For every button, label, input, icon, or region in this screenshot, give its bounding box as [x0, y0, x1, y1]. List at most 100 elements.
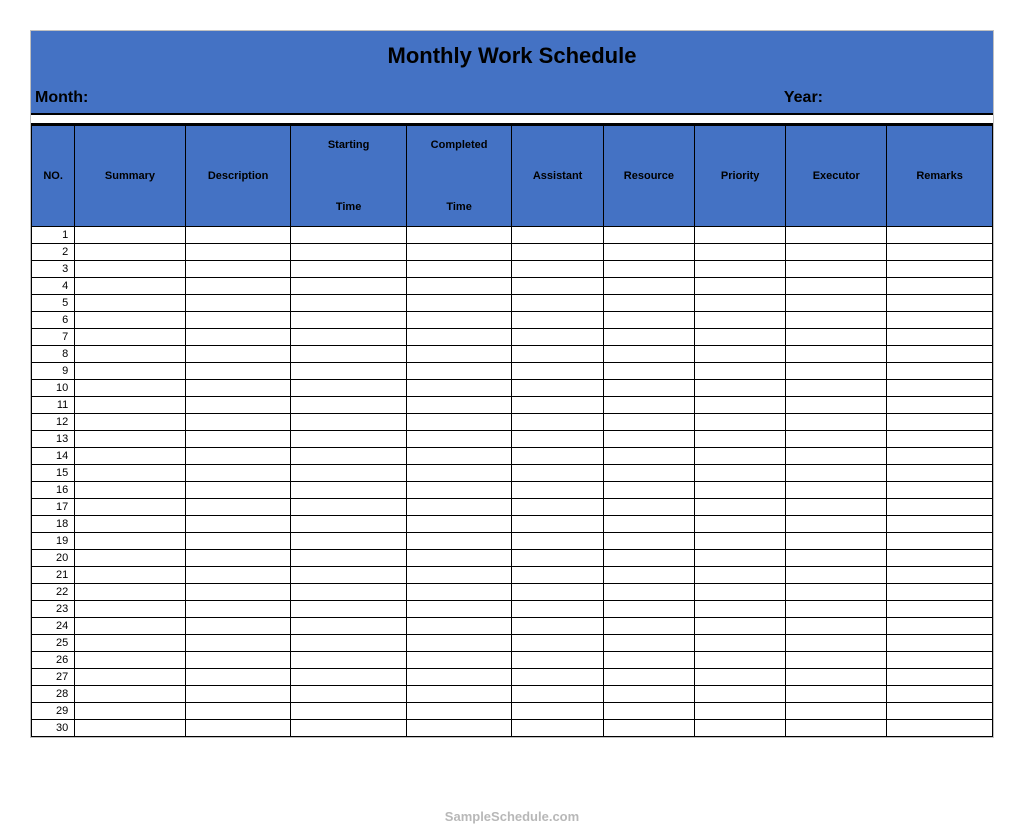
cell-no[interactable]: 9	[32, 363, 75, 380]
cell-description[interactable]	[185, 329, 291, 346]
cell-no[interactable]: 26	[32, 652, 75, 669]
cell-priority[interactable]	[695, 720, 786, 737]
cell-executor[interactable]	[786, 669, 887, 686]
cell-priority[interactable]	[695, 533, 786, 550]
cell-executor[interactable]	[786, 652, 887, 669]
cell-completed_time[interactable]	[406, 482, 512, 499]
cell-starting_time[interactable]	[291, 448, 406, 465]
cell-executor[interactable]	[786, 482, 887, 499]
cell-remarks[interactable]	[887, 278, 993, 295]
cell-summary[interactable]	[75, 414, 186, 431]
cell-starting_time[interactable]	[291, 567, 406, 584]
cell-starting_time[interactable]	[291, 312, 406, 329]
cell-assistant[interactable]	[512, 720, 603, 737]
cell-remarks[interactable]	[887, 431, 993, 448]
cell-executor[interactable]	[786, 567, 887, 584]
cell-resource[interactable]	[603, 601, 694, 618]
cell-summary[interactable]	[75, 601, 186, 618]
cell-priority[interactable]	[695, 499, 786, 516]
cell-no[interactable]: 1	[32, 227, 75, 244]
cell-starting_time[interactable]	[291, 584, 406, 601]
cell-remarks[interactable]	[887, 244, 993, 261]
cell-executor[interactable]	[786, 618, 887, 635]
cell-summary[interactable]	[75, 312, 186, 329]
cell-summary[interactable]	[75, 244, 186, 261]
cell-remarks[interactable]	[887, 601, 993, 618]
cell-completed_time[interactable]	[406, 720, 512, 737]
cell-remarks[interactable]	[887, 346, 993, 363]
cell-remarks[interactable]	[887, 618, 993, 635]
cell-completed_time[interactable]	[406, 278, 512, 295]
cell-no[interactable]: 15	[32, 465, 75, 482]
cell-executor[interactable]	[786, 584, 887, 601]
cell-summary[interactable]	[75, 567, 186, 584]
cell-no[interactable]: 29	[32, 703, 75, 720]
cell-completed_time[interactable]	[406, 686, 512, 703]
cell-executor[interactable]	[786, 465, 887, 482]
cell-description[interactable]	[185, 703, 291, 720]
cell-description[interactable]	[185, 686, 291, 703]
cell-starting_time[interactable]	[291, 720, 406, 737]
cell-assistant[interactable]	[512, 533, 603, 550]
cell-priority[interactable]	[695, 550, 786, 567]
cell-starting_time[interactable]	[291, 397, 406, 414]
cell-priority[interactable]	[695, 703, 786, 720]
cell-priority[interactable]	[695, 278, 786, 295]
cell-starting_time[interactable]	[291, 669, 406, 686]
cell-summary[interactable]	[75, 499, 186, 516]
cell-resource[interactable]	[603, 465, 694, 482]
cell-remarks[interactable]	[887, 499, 993, 516]
cell-remarks[interactable]	[887, 227, 993, 244]
cell-assistant[interactable]	[512, 635, 603, 652]
cell-priority[interactable]	[695, 584, 786, 601]
cell-description[interactable]	[185, 567, 291, 584]
cell-assistant[interactable]	[512, 312, 603, 329]
cell-description[interactable]	[185, 465, 291, 482]
cell-assistant[interactable]	[512, 686, 603, 703]
cell-summary[interactable]	[75, 703, 186, 720]
cell-summary[interactable]	[75, 261, 186, 278]
cell-assistant[interactable]	[512, 397, 603, 414]
cell-starting_time[interactable]	[291, 635, 406, 652]
cell-executor[interactable]	[786, 329, 887, 346]
cell-remarks[interactable]	[887, 482, 993, 499]
cell-priority[interactable]	[695, 601, 786, 618]
cell-description[interactable]	[185, 431, 291, 448]
cell-completed_time[interactable]	[406, 652, 512, 669]
cell-priority[interactable]	[695, 414, 786, 431]
cell-no[interactable]: 25	[32, 635, 75, 652]
cell-completed_time[interactable]	[406, 448, 512, 465]
cell-remarks[interactable]	[887, 720, 993, 737]
cell-assistant[interactable]	[512, 346, 603, 363]
cell-resource[interactable]	[603, 516, 694, 533]
cell-starting_time[interactable]	[291, 618, 406, 635]
cell-description[interactable]	[185, 669, 291, 686]
cell-completed_time[interactable]	[406, 584, 512, 601]
cell-resource[interactable]	[603, 278, 694, 295]
cell-executor[interactable]	[786, 414, 887, 431]
cell-executor[interactable]	[786, 703, 887, 720]
cell-description[interactable]	[185, 397, 291, 414]
cell-priority[interactable]	[695, 516, 786, 533]
cell-description[interactable]	[185, 516, 291, 533]
cell-executor[interactable]	[786, 244, 887, 261]
cell-description[interactable]	[185, 635, 291, 652]
cell-summary[interactable]	[75, 227, 186, 244]
cell-assistant[interactable]	[512, 584, 603, 601]
cell-executor[interactable]	[786, 278, 887, 295]
cell-starting_time[interactable]	[291, 244, 406, 261]
cell-summary[interactable]	[75, 720, 186, 737]
cell-resource[interactable]	[603, 720, 694, 737]
cell-completed_time[interactable]	[406, 295, 512, 312]
cell-summary[interactable]	[75, 465, 186, 482]
cell-starting_time[interactable]	[291, 414, 406, 431]
cell-assistant[interactable]	[512, 278, 603, 295]
cell-summary[interactable]	[75, 448, 186, 465]
cell-priority[interactable]	[695, 329, 786, 346]
cell-priority[interactable]	[695, 295, 786, 312]
cell-description[interactable]	[185, 414, 291, 431]
cell-resource[interactable]	[603, 652, 694, 669]
cell-description[interactable]	[185, 244, 291, 261]
cell-summary[interactable]	[75, 686, 186, 703]
cell-assistant[interactable]	[512, 618, 603, 635]
